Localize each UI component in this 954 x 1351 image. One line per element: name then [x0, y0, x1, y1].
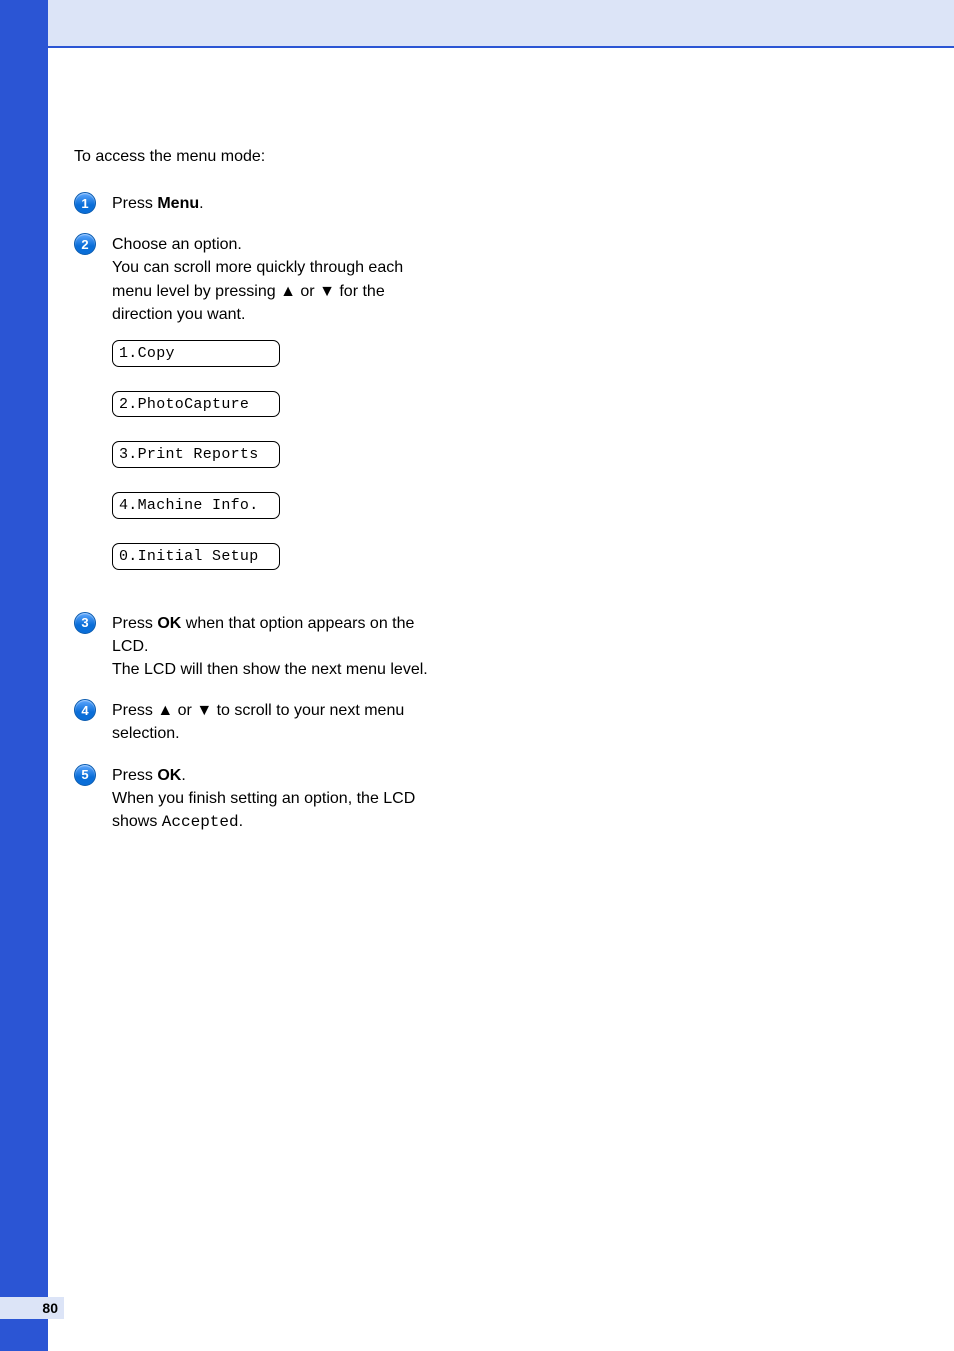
step-5-line2-mono: Accepted [162, 813, 239, 831]
step-2-body: Choose an option. You can scroll more qu… [112, 233, 434, 594]
step-5-pre: Press [112, 767, 157, 784]
step-3-body: Press OK when that option appears on the… [112, 612, 434, 682]
top-header-bar [48, 0, 954, 48]
step-3-bold: OK [157, 615, 181, 632]
step-4-body: Press ▲ or ▼ to scroll to your next menu… [112, 699, 434, 745]
step-2: 2 Choose an option. You can scroll more … [74, 233, 434, 594]
lcd-options: 1.Copy 2.PhotoCapture 3.Print Reports 4.… [112, 340, 434, 570]
step-bullet-icon: 2 [74, 233, 96, 255]
step-2-text-b-mid: or [296, 283, 319, 300]
step-2-text-a: Choose an option. [112, 236, 242, 253]
body-content: To access the menu mode: 1 Press Menu. 2… [74, 148, 434, 852]
lcd-option: 2.PhotoCapture [112, 391, 280, 418]
down-arrow-icon: ▼ [319, 283, 335, 300]
step-3: 3 Press OK when that option appears on t… [74, 612, 434, 682]
step-3-pre: Press [112, 615, 157, 632]
down-arrow-icon: ▼ [196, 702, 212, 719]
step-5-bold: OK [157, 767, 181, 784]
intro-text: To access the menu mode: [74, 148, 434, 166]
step-3-line2: The LCD will then show the next menu lev… [112, 661, 428, 678]
lcd-option: 1.Copy [112, 340, 280, 367]
step-1-body: Press Menu. [112, 192, 434, 215]
step-5-post-a: . [181, 767, 185, 784]
step-bullet-icon: 3 [74, 612, 96, 634]
page-number: 80 [42, 1300, 58, 1316]
step-bullet-icon: 4 [74, 699, 96, 721]
step-4-mid: or [173, 702, 196, 719]
lcd-option: 0.Initial Setup [112, 543, 280, 570]
step-5: 5 Press OK. When you finish setting an o… [74, 764, 434, 835]
left-accent-bar [0, 0, 48, 1351]
step-5-body: Press OK. When you finish setting an opt… [112, 764, 434, 835]
step-1-bold: Menu [157, 195, 199, 212]
step-bullet-icon: 5 [74, 764, 96, 786]
page-footer: 80 [0, 1297, 64, 1319]
step-5-line2-pre: When you finish setting an option, the L… [112, 790, 415, 830]
lcd-option: 4.Machine Info. [112, 492, 280, 519]
step-5-line2-post: . [239, 813, 243, 830]
step-1-post: . [199, 195, 203, 212]
lcd-option: 3.Print Reports [112, 441, 280, 468]
step-1-pre: Press [112, 195, 157, 212]
up-arrow-icon: ▲ [280, 283, 296, 300]
step-1: 1 Press Menu. [74, 192, 434, 215]
up-arrow-icon: ▲ [157, 702, 173, 719]
step-bullet-icon: 1 [74, 192, 96, 214]
step-4: 4 Press ▲ or ▼ to scroll to your next me… [74, 699, 434, 745]
step-4-pre: Press [112, 702, 157, 719]
